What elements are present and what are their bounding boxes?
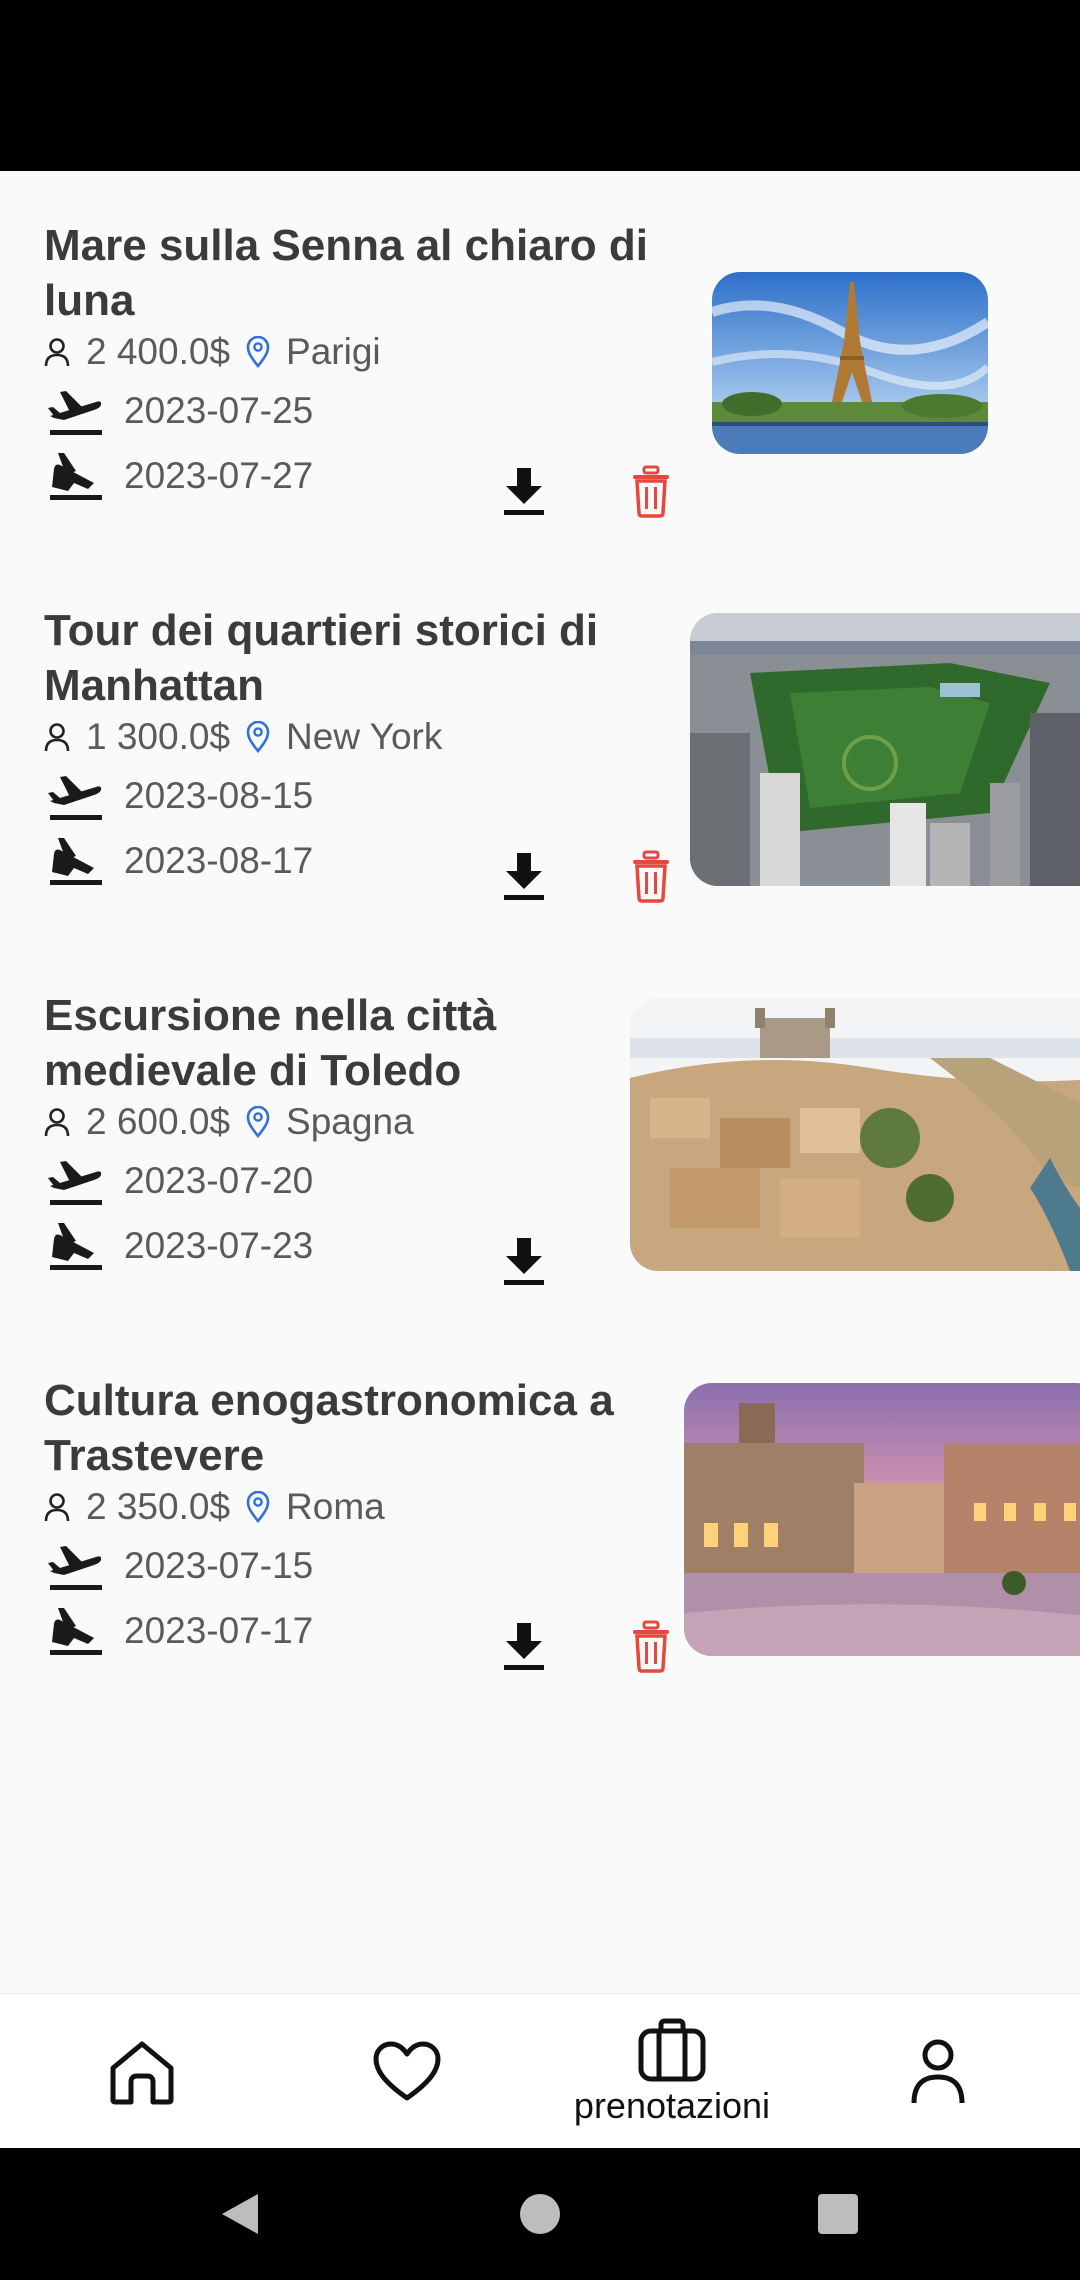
departure-row: 2023-07-25 (44, 381, 313, 441)
airplane-departure-icon (48, 776, 102, 820)
arrival-date: 2023-07-23 (124, 1225, 314, 1266)
departure-row: 2023-07-15 (44, 1536, 313, 1596)
home-icon (110, 2041, 174, 2104)
trash-icon (633, 1620, 669, 1673)
person-icon (44, 723, 70, 752)
central-park-image (690, 613, 1080, 886)
arrival-date: 2023-08-17 (124, 840, 314, 881)
download-icon (504, 1623, 544, 1670)
recents-square-icon (818, 2194, 858, 2234)
trip-card[interactable]: Tour dei quartieri storici di Manhattan … (0, 603, 1080, 988)
nav-home[interactable] (42, 1994, 242, 2149)
trip-card[interactable]: Escursione nella città medievale di Tole… (0, 988, 1080, 1373)
download-icon (504, 853, 544, 900)
airplane-departure-icon (48, 391, 102, 435)
person-icon (44, 1493, 70, 1522)
trip-title: Mare sulla Senna al chiaro di luna (44, 221, 648, 325)
trip-title: Escursione nella città medievale di Tole… (44, 991, 497, 1095)
download-button[interactable] (494, 1616, 554, 1676)
system-navigation-bar (0, 2148, 1080, 2280)
trip-location: Roma (286, 1486, 385, 1527)
trip-image-toledo[interactable] (630, 998, 1080, 1271)
delete-button[interactable] (621, 461, 681, 521)
download-button[interactable] (494, 846, 554, 906)
airplane-arrival-icon (50, 1608, 102, 1655)
toledo-image (630, 998, 1080, 1271)
download-button[interactable] (494, 461, 554, 521)
trip-price: 2 400.0$ (86, 331, 231, 372)
arrival-row: 2023-07-17 (44, 1601, 313, 1661)
nav-bookings[interactable]: prenotazioni (572, 1994, 772, 2149)
trip-image-central-park[interactable] (690, 613, 1080, 886)
system-home-button[interactable] (510, 2184, 570, 2244)
trip-location: New York (286, 716, 443, 757)
nav-profile[interactable] (838, 1994, 1038, 2149)
download-icon (504, 468, 544, 515)
location-pin-icon (246, 1491, 270, 1523)
arrival-date: 2023-07-27 (124, 455, 314, 496)
trip-meta: 1 300.0$ New York (44, 713, 442, 761)
phone-screen: Mare sulla Senna al chiaro di luna 2 400… (0, 0, 1080, 2280)
person-icon (44, 338, 70, 367)
back-icon (222, 2194, 258, 2234)
trip-location: Spagna (286, 1101, 414, 1142)
download-icon (504, 1238, 544, 1285)
delete-button[interactable] (621, 1616, 681, 1676)
airplane-arrival-icon (50, 453, 102, 500)
trip-price: 2 350.0$ (86, 1486, 231, 1527)
location-pin-icon (246, 1106, 270, 1138)
person-icon (44, 1108, 70, 1137)
trip-meta: 2 600.0$ Spagna (44, 1098, 414, 1146)
bookings-list[interactable]: Mare sulla Senna al chiaro di luna 2 400… (0, 171, 1080, 1993)
airplane-departure-icon (48, 1161, 102, 1205)
arrival-row: 2023-08-17 (44, 831, 313, 891)
nav-favorites[interactable] (307, 1994, 507, 2149)
trip-meta: 2 400.0$ Parigi (44, 328, 381, 376)
airplane-arrival-icon (50, 1223, 102, 1270)
trash-icon (633, 465, 669, 518)
heart-icon (373, 2041, 441, 2100)
trip-card[interactable]: Cultura enogastronomica a Trastevere 2 3… (0, 1373, 1080, 1758)
trip-image-eiffel-tower[interactable] (712, 272, 988, 454)
trip-card[interactable]: Mare sulla Senna al chiaro di luna 2 400… (0, 218, 1080, 603)
status-bar (0, 0, 1080, 171)
trip-location: Parigi (286, 331, 381, 372)
home-circle-icon (520, 2194, 560, 2234)
system-back-button[interactable] (210, 2184, 270, 2244)
arrival-date: 2023-07-17 (124, 1610, 314, 1651)
arrival-row: 2023-07-23 (44, 1216, 313, 1276)
airplane-arrival-icon (50, 838, 102, 885)
departure-row: 2023-07-20 (44, 1151, 313, 1211)
departure-date: 2023-07-25 (124, 390, 314, 431)
departure-row: 2023-08-15 (44, 766, 313, 826)
trip-price: 2 600.0$ (86, 1101, 231, 1142)
airplane-departure-icon (48, 1546, 102, 1590)
trip-title: Tour dei quartieri storici di Manhattan (44, 606, 599, 710)
trip-meta: 2 350.0$ Roma (44, 1483, 385, 1531)
departure-date: 2023-07-15 (124, 1545, 314, 1586)
location-pin-icon (246, 336, 270, 368)
location-pin-icon (246, 721, 270, 753)
bottom-navigation: prenotazioni (0, 1993, 1080, 2149)
trip-title: Cultura enogastronomica a Trastevere (44, 1376, 614, 1480)
trastevere-image (684, 1383, 1080, 1656)
trip-image-trastevere[interactable] (684, 1383, 1080, 1656)
suitcase-icon (638, 2018, 706, 2081)
departure-date: 2023-08-15 (124, 775, 314, 816)
trip-price: 1 300.0$ (86, 716, 231, 757)
system-recents-button[interactable] (808, 2184, 868, 2244)
arrival-row: 2023-07-27 (44, 446, 313, 506)
download-button[interactable] (494, 1231, 554, 1291)
departure-date: 2023-07-20 (124, 1160, 314, 1201)
delete-button[interactable] (621, 846, 681, 906)
eiffel-tower-image (712, 272, 988, 454)
profile-icon (911, 2039, 965, 2103)
nav-bookings-label: prenotazioni (573, 2084, 771, 2126)
trash-icon (633, 850, 669, 903)
